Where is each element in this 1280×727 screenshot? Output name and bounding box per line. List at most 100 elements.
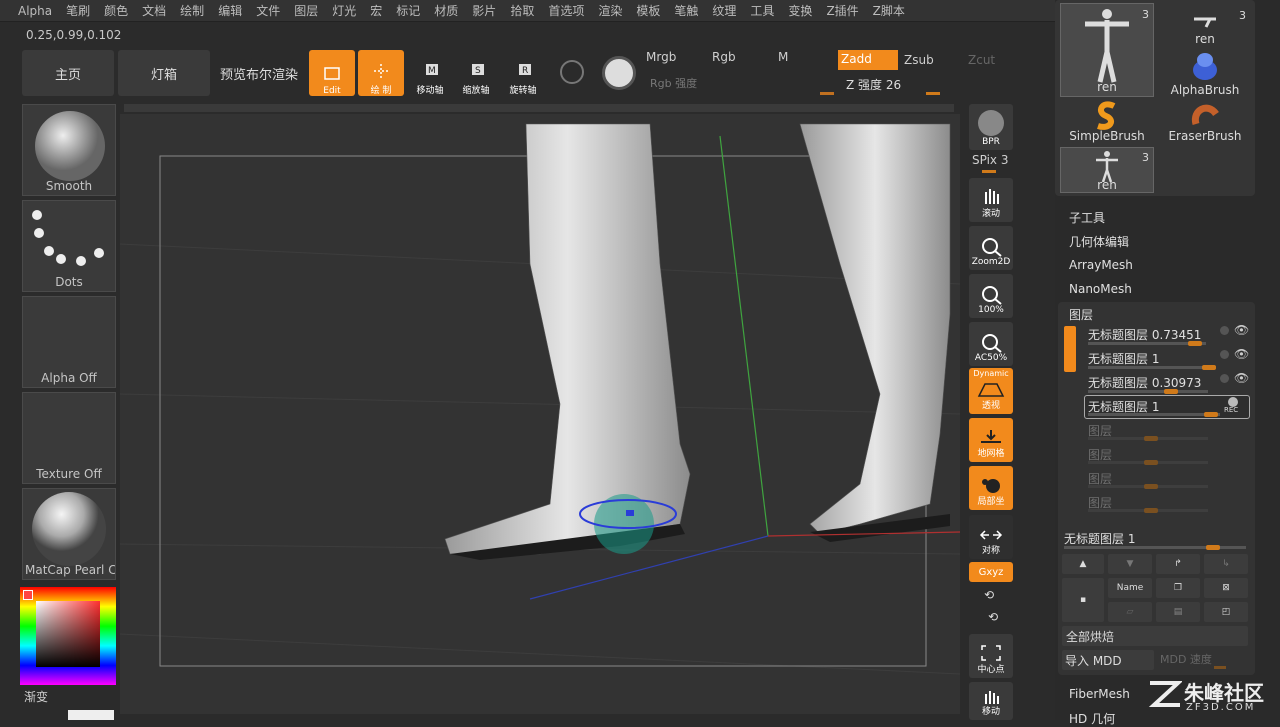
alpha-slot[interactable]: Alpha Off [22, 296, 116, 388]
menu-item-9[interactable]: 宏 [370, 2, 382, 19]
current-layer-slider-track[interactable] [1064, 545, 1246, 550]
floor-grid-button[interactable]: 地网格 [969, 418, 1013, 462]
move-view-button[interactable]: 移动 [969, 682, 1013, 720]
rgb-intensity-slider[interactable]: Rgb 强度 [650, 75, 697, 91]
local-transform-button[interactable]: 局部坐 [969, 466, 1013, 510]
z-intensity-slider[interactable]: Z 强度 26 [846, 76, 901, 93]
tool-ren-subtool[interactable]: 3 ren [1060, 147, 1154, 193]
actual-size-button[interactable]: 100% [969, 274, 1013, 318]
layer-option-a-button[interactable]: ▱ [1108, 602, 1152, 622]
tool-ren-main[interactable]: 3 ren [1060, 3, 1154, 97]
menu-item-15[interactable]: 渲染 [598, 2, 622, 19]
rotate-z-icon[interactable]: ⟲ [988, 610, 998, 624]
rgb-button[interactable]: Rgb [712, 50, 736, 64]
bake-all-button[interactable]: 全部烘焙 [1062, 626, 1248, 646]
layer-1-eye-icon[interactable]: 👁 [1234, 323, 1249, 337]
menu-item-5[interactable]: 编辑 [218, 2, 242, 19]
edit-mode-button[interactable]: Edit [309, 50, 355, 96]
layer-option-b-button[interactable]: ▤ [1156, 602, 1200, 622]
menu-item-6[interactable]: 文件 [256, 2, 280, 19]
menu-item-2[interactable]: 颜色 [104, 2, 128, 19]
mrgb-button[interactable]: Mrgb [646, 50, 676, 64]
menu-item-1[interactable]: 笔刷 [66, 2, 90, 19]
zcut-button[interactable]: Zcut [968, 53, 995, 67]
gizmo-icon[interactable] [560, 60, 584, 84]
menu-item-14[interactable]: 首选项 [548, 2, 584, 19]
geometry-menu[interactable]: 几何体编辑 [1069, 233, 1129, 250]
menu-item-21[interactable]: Z插件 [826, 2, 858, 19]
draw-mode-button[interactable]: 绘 制 [358, 50, 404, 96]
fibermesh-menu[interactable]: FiberMesh [1069, 687, 1130, 701]
spix-handle[interactable] [982, 170, 996, 173]
arraymesh-menu[interactable]: ArrayMesh [1069, 258, 1133, 272]
menu-item-8[interactable]: 灯光 [332, 2, 356, 19]
material-slot[interactable]: MatCap Pearl Ca [22, 488, 116, 580]
viewport-canvas[interactable] [119, 114, 961, 714]
menu-item-12[interactable]: 影片 [472, 2, 496, 19]
menu-item-10[interactable]: 标记 [396, 2, 420, 19]
rename-layer-button[interactable]: Name [1108, 578, 1152, 598]
bpr-button[interactable]: BPR [969, 104, 1013, 150]
menu-item-22[interactable]: Z脚本 [873, 2, 905, 19]
tool-eraserbrush[interactable]: EraserBrush [1158, 100, 1252, 146]
zsub-button[interactable]: Zsub [904, 53, 934, 67]
rgb-intensity-handle[interactable] [820, 92, 834, 95]
layer-option-c-button[interactable]: ◰ [1204, 602, 1248, 622]
secondary-color-swatch[interactable] [68, 710, 114, 720]
menu-item-13[interactable]: 拾取 [510, 2, 534, 19]
menu-item-7[interactable]: 图层 [294, 2, 318, 19]
layer-3-slider[interactable] [1088, 389, 1208, 394]
tool-simplebrush[interactable]: SimpleBrush [1060, 100, 1154, 146]
perspective-button[interactable]: Dynamic 透视 [969, 368, 1013, 414]
symmetry-button[interactable]: 对称 [969, 515, 1013, 559]
ac50-button[interactable]: AC50% [969, 322, 1013, 366]
split-layer-button[interactable]: ↱ [1156, 554, 1200, 574]
move-mode-button[interactable]: M 移动轴 [407, 52, 453, 96]
menu-item-17[interactable]: 笔触 [674, 2, 698, 19]
mdd-speed-handle[interactable] [1214, 666, 1226, 669]
rotate-mode-button[interactable]: R 旋转轴 [500, 52, 546, 96]
layer-2-slider[interactable] [1088, 365, 1216, 370]
menu-item-16[interactable]: 模板 [636, 2, 660, 19]
stroke-slot[interactable]: Dots [22, 200, 116, 292]
nanomesh-menu[interactable]: NanoMesh [1069, 282, 1132, 296]
menu-item-19[interactable]: 工具 [750, 2, 774, 19]
subtool-menu[interactable]: 子工具 [1069, 209, 1105, 226]
menu-item-11[interactable]: 材质 [434, 2, 458, 19]
gradient-label[interactable]: 渐变 [24, 688, 48, 705]
layer-row-3[interactable]: 无标题图层 0.30973 [1088, 374, 1201, 391]
move-layer-up-button[interactable]: ▲ [1062, 554, 1104, 574]
current-layer-slider[interactable]: 无标题图层 1 [1064, 530, 1135, 547]
bool-preview-button[interactable]: 预览布尔渲染 [213, 50, 305, 96]
layer-3-rec-dot[interactable] [1220, 374, 1229, 383]
menu-item-20[interactable]: 变换 [788, 2, 812, 19]
menu-item-3[interactable]: 文档 [142, 2, 166, 19]
menu-item-18[interactable]: 纹理 [712, 2, 736, 19]
layer-3-eye-icon[interactable]: 👁 [1234, 371, 1249, 385]
zadd-button[interactable]: Zadd [838, 50, 898, 70]
texture-slot[interactable]: Texture Off [22, 392, 116, 484]
brush-slot[interactable]: Smooth [22, 104, 116, 196]
layer-1-rec-dot[interactable] [1220, 326, 1229, 335]
layers-scrollbar[interactable] [1064, 326, 1076, 372]
rotate-y-icon[interactable]: ⟲ [984, 588, 994, 602]
tool-alphabrush[interactable]: AlphaBrush [1158, 50, 1252, 97]
m-button[interactable]: M [778, 50, 788, 64]
color-sphere-icon[interactable] [602, 56, 636, 90]
hd-geometry-menu[interactable]: HD 几何 [1069, 710, 1115, 727]
layer-2-rec-dot[interactable] [1220, 350, 1229, 359]
color-picker[interactable] [20, 587, 116, 685]
new-layer-button[interactable]: ▪ [1062, 578, 1104, 622]
delete-layer-button[interactable]: ⊠ [1204, 578, 1248, 598]
color-square[interactable] [36, 601, 100, 667]
layer-4-slider[interactable] [1088, 412, 1220, 417]
frame-center-button[interactable]: 中心点 [969, 634, 1013, 678]
layers-title[interactable]: 图层 [1069, 306, 1093, 323]
spix-slider[interactable]: SPix 3 [972, 153, 1008, 167]
merge-layer-button[interactable]: ↳ [1204, 554, 1248, 574]
layer-row-1[interactable]: 无标题图层 0.73451 [1088, 326, 1201, 343]
duplicate-layer-button[interactable]: ❐ [1156, 578, 1200, 598]
xyz-button[interactable]: Gxyz [969, 562, 1013, 582]
mdd-speed-slider[interactable]: MDD 速度 [1160, 651, 1212, 667]
move-layer-down-button[interactable]: ▼ [1108, 554, 1152, 574]
